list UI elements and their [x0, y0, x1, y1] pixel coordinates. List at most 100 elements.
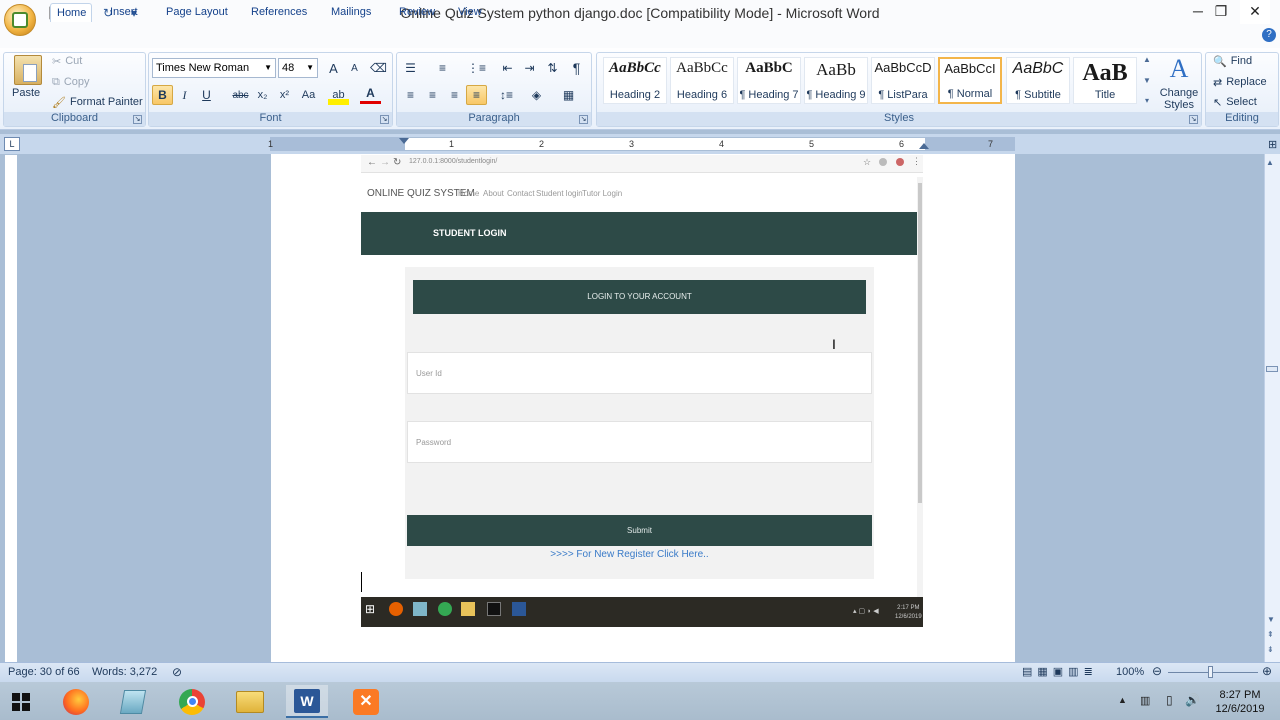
- file-explorer-icon[interactable]: [229, 685, 271, 718]
- styles-scroll[interactable]: ▲ ▼ ▾: [1141, 55, 1153, 105]
- paste-icon[interactable]: [14, 55, 42, 85]
- replace-button[interactable]: ⇄ Replace: [1213, 72, 1267, 92]
- embedded-screenshot[interactable]: ← → ↻ 127.0.0.1:8000/studentlogin/ ☆ ⋮ O…: [361, 155, 923, 627]
- increase-indent-icon[interactable]: ⇥: [519, 58, 540, 78]
- zoom-slider-thumb[interactable]: [1208, 666, 1213, 678]
- justify-icon[interactable]: ≡: [466, 85, 487, 105]
- vertical-scrollbar[interactable]: [1264, 154, 1280, 664]
- grow-font-button[interactable]: A: [323, 58, 344, 78]
- cut-button[interactable]: ✂ Cut: [52, 51, 82, 71]
- chevron-down-icon[interactable]: ▼: [306, 59, 314, 77]
- start-button[interactable]: [0, 685, 42, 718]
- chrome-icon[interactable]: [171, 685, 213, 718]
- strikethrough-button[interactable]: abc: [230, 85, 251, 105]
- font-name-field[interactable]: Times New Roman ▼: [152, 58, 276, 78]
- word-taskbar-icon[interactable]: W: [286, 685, 328, 718]
- highlight-button[interactable]: ab: [328, 85, 349, 105]
- select-button[interactable]: ↖ Select: [1213, 92, 1257, 112]
- first-line-indent-marker[interactable]: [399, 138, 409, 144]
- bold-button[interactable]: B: [152, 85, 173, 105]
- dialog-launcher-icon[interactable]: ↘: [1189, 115, 1198, 124]
- tray-overflow-icon[interactable]: ▲: [1118, 695, 1127, 705]
- page-count[interactable]: Page: 30 of 66: [8, 666, 80, 678]
- battery-icon[interactable]: ▯: [1166, 693, 1173, 707]
- help-icon[interactable]: ?: [1262, 28, 1276, 42]
- tab-mailings[interactable]: Mailings: [325, 3, 377, 22]
- tab-selector[interactable]: L: [4, 137, 20, 151]
- find-button[interactable]: 🔍 Find: [1213, 51, 1252, 71]
- dialog-launcher-icon[interactable]: ↘: [133, 115, 142, 124]
- align-center-icon[interactable]: ≡: [422, 85, 443, 105]
- font-size-field[interactable]: 48 ▼: [278, 58, 318, 78]
- word-count[interactable]: Words: 3,272: [92, 666, 157, 678]
- view-ruler-icon[interactable]: ⊞: [1268, 138, 1277, 151]
- zoom-slider[interactable]: [1168, 672, 1258, 673]
- zoom-in-icon[interactable]: ⊕: [1262, 664, 1272, 678]
- taskbar-clock[interactable]: 8:27 PM 12/6/2019: [1208, 688, 1272, 716]
- align-left-icon[interactable]: ≡: [400, 85, 421, 105]
- next-page-icon[interactable]: ⇟: [1267, 645, 1274, 654]
- dialog-launcher-icon[interactable]: ↘: [380, 115, 389, 124]
- xampp-icon[interactable]: ✕: [345, 685, 387, 718]
- subscript-button[interactable]: x₂: [252, 85, 273, 105]
- zoom-level[interactable]: 100%: [1116, 666, 1144, 678]
- restore-button[interactable]: ❐: [1206, 0, 1236, 24]
- format-painter-button[interactable]: 🖌 Format Painter: [52, 92, 143, 112]
- style-title[interactable]: AaB Title: [1073, 57, 1137, 104]
- numbering-icon[interactable]: ≡: [432, 58, 453, 78]
- network-icon[interactable]: ▥: [1140, 694, 1150, 707]
- change-styles-button[interactable]: Change Styles: [1156, 87, 1202, 111]
- style-normal[interactable]: AaBbCcI ¶ Normal: [938, 57, 1002, 104]
- tab-insert[interactable]: Insert: [104, 3, 144, 22]
- notes-app-icon[interactable]: [112, 685, 154, 718]
- borders-icon[interactable]: ▦: [558, 85, 579, 105]
- style-heading-7[interactable]: AaBbC ¶ Heading 7: [737, 57, 801, 104]
- shrink-font-button[interactable]: A: [344, 58, 365, 78]
- change-styles-icon[interactable]: A: [1164, 55, 1194, 83]
- tab-references[interactable]: References: [245, 3, 313, 22]
- line-spacing-icon[interactable]: ↕≡: [496, 85, 517, 105]
- previous-page-icon[interactable]: ⇞: [1267, 630, 1274, 639]
- style-subtitle[interactable]: AaBbC ¶ Subtitle: [1006, 57, 1070, 104]
- style-heading-6[interactable]: AaBbCc Heading 6: [670, 57, 734, 104]
- shading-icon[interactable]: ◈: [526, 85, 547, 105]
- tab-home[interactable]: Home: [50, 3, 92, 22]
- volume-icon[interactable]: 🔊: [1185, 693, 1200, 707]
- vertical-ruler[interactable]: [4, 154, 18, 664]
- decrease-indent-icon[interactable]: ⇤: [497, 58, 518, 78]
- change-case-button[interactable]: Aa: [298, 85, 319, 105]
- view-buttons[interactable]: ▤▦▣▥≣: [1022, 665, 1098, 678]
- bullets-icon[interactable]: ☰: [400, 58, 421, 78]
- more-styles-icon[interactable]: ▾: [1145, 96, 1149, 105]
- sort-icon[interactable]: ⇅: [542, 58, 563, 78]
- copy-button[interactable]: ⧉ Copy: [52, 72, 90, 92]
- style-listpara[interactable]: AaBbCcD ¶ ListPara: [871, 57, 935, 104]
- proofing-icon[interactable]: ⊘: [172, 665, 182, 679]
- chevron-down-icon[interactable]: ▼: [1143, 76, 1151, 85]
- clear-formatting-icon[interactable]: ⌫: [368, 58, 389, 78]
- superscript-button[interactable]: x²: [274, 85, 295, 105]
- chevron-up-icon[interactable]: ▲: [1143, 55, 1151, 64]
- paste-button-label[interactable]: Paste: [12, 87, 40, 99]
- close-button[interactable]: ✕: [1240, 0, 1270, 24]
- tab-page-layout[interactable]: Page Layout: [160, 3, 234, 22]
- firefox-icon[interactable]: [55, 685, 97, 718]
- scroll-thumb[interactable]: [1266, 366, 1278, 372]
- dialog-launcher-icon[interactable]: ↘: [579, 115, 588, 124]
- office-button[interactable]: [4, 4, 36, 36]
- tab-view[interactable]: View: [452, 3, 488, 22]
- tab-review[interactable]: Review: [393, 3, 441, 22]
- scroll-down-icon[interactable]: ▼: [1267, 615, 1275, 624]
- style-heading-2[interactable]: AaBbCc Heading 2: [603, 57, 667, 104]
- underline-button[interactable]: U: [196, 85, 217, 105]
- multilevel-list-icon[interactable]: ⋮≡: [466, 58, 487, 78]
- zoom-out-icon[interactable]: ⊖: [1152, 664, 1162, 678]
- scroll-up-icon[interactable]: ▲: [1266, 158, 1274, 167]
- align-right-icon[interactable]: ≡: [444, 85, 465, 105]
- font-color-button[interactable]: A: [360, 85, 381, 104]
- style-heading-9[interactable]: AaBb ¶ Heading 9: [804, 57, 868, 104]
- chevron-down-icon[interactable]: ▼: [264, 59, 272, 77]
- show-formatting-icon[interactable]: ¶: [566, 58, 587, 78]
- right-indent-marker[interactable]: [919, 143, 929, 149]
- italic-button[interactable]: I: [174, 85, 195, 105]
